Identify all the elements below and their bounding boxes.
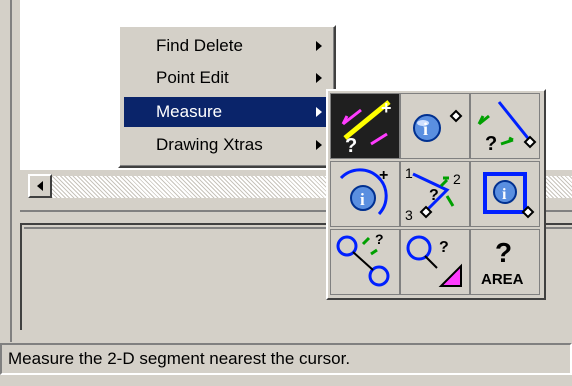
tool-measure-circle-distance[interactable]: ? xyxy=(330,229,400,295)
left-frame-divider xyxy=(10,0,12,342)
angle-label-3: 3 xyxy=(405,207,413,223)
circle-query-icon: ? xyxy=(406,235,462,287)
tool-measure-distance[interactable]: ? xyxy=(470,93,540,159)
measure-tool-palette: ? + i ? i + 1 2 3 ? i ? ? ? AREA xyxy=(326,89,546,300)
area-label: AREA xyxy=(481,271,524,288)
context-menu: Find Delete Point Edit Measure Drawing X… xyxy=(118,25,336,168)
arc-info-icon: i + xyxy=(339,167,388,216)
svg-text:?: ? xyxy=(429,187,439,204)
menu-item-label: Find Delete xyxy=(156,36,243,55)
scroll-left-button[interactable] xyxy=(28,174,52,198)
menu-item-find-delete[interactable]: Find Delete xyxy=(124,31,332,61)
menu-item-label: Point Edit xyxy=(156,68,229,87)
submenu-arrow-icon xyxy=(316,140,322,150)
menu-item-drawing-xtras[interactable]: Drawing Xtras xyxy=(124,130,332,160)
angle-label-1: 1 xyxy=(405,165,413,181)
svg-text:?: ? xyxy=(375,231,384,247)
svg-text:?: ? xyxy=(485,133,497,155)
tool-measure-area[interactable]: ? AREA xyxy=(470,229,540,295)
tool-query-object[interactable]: i xyxy=(470,161,540,227)
segment-measure-icon: ? + xyxy=(341,98,392,157)
submenu-arrow-icon xyxy=(316,107,322,117)
tool-query-circle[interactable]: ? xyxy=(400,229,470,295)
svg-text:+: + xyxy=(381,98,392,118)
svg-text:?: ? xyxy=(439,239,449,256)
tool-query-point[interactable]: i xyxy=(400,93,470,159)
area-icon: ? AREA xyxy=(481,237,524,288)
svg-text:i: i xyxy=(360,190,365,209)
angle-measure-icon: 1 2 3 ? xyxy=(405,165,461,223)
tool-measure-angle[interactable]: 1 2 3 ? xyxy=(400,161,470,227)
menu-item-label: Measure xyxy=(156,102,223,121)
submenu-arrow-icon xyxy=(316,73,322,83)
arrow-left-icon xyxy=(37,181,43,191)
status-text: Measure the 2-D segment nearest the curs… xyxy=(8,349,351,368)
svg-text:?: ? xyxy=(345,135,357,157)
menu-item-label: Drawing Xtras xyxy=(156,135,263,154)
status-bar: Measure the 2-D segment nearest the curs… xyxy=(0,343,572,375)
angle-label-2: 2 xyxy=(453,171,461,187)
svg-text:?: ? xyxy=(495,237,512,268)
svg-text:+: + xyxy=(379,167,388,184)
menu-item-measure[interactable]: Measure xyxy=(124,97,332,127)
submenu-arrow-icon xyxy=(316,41,322,51)
svg-text:i: i xyxy=(502,186,507,203)
tool-query-arc[interactable]: i + xyxy=(330,161,400,227)
segment-distance-icon: ? xyxy=(477,101,537,155)
svg-text:i: i xyxy=(423,119,428,139)
info-point-icon: i xyxy=(413,109,463,142)
object-info-icon: i xyxy=(483,172,535,219)
menu-item-point-edit[interactable]: Point Edit xyxy=(124,63,332,93)
circle-distance-icon: ? xyxy=(336,231,390,287)
tool-measure-segment[interactable]: ? + xyxy=(330,93,400,159)
